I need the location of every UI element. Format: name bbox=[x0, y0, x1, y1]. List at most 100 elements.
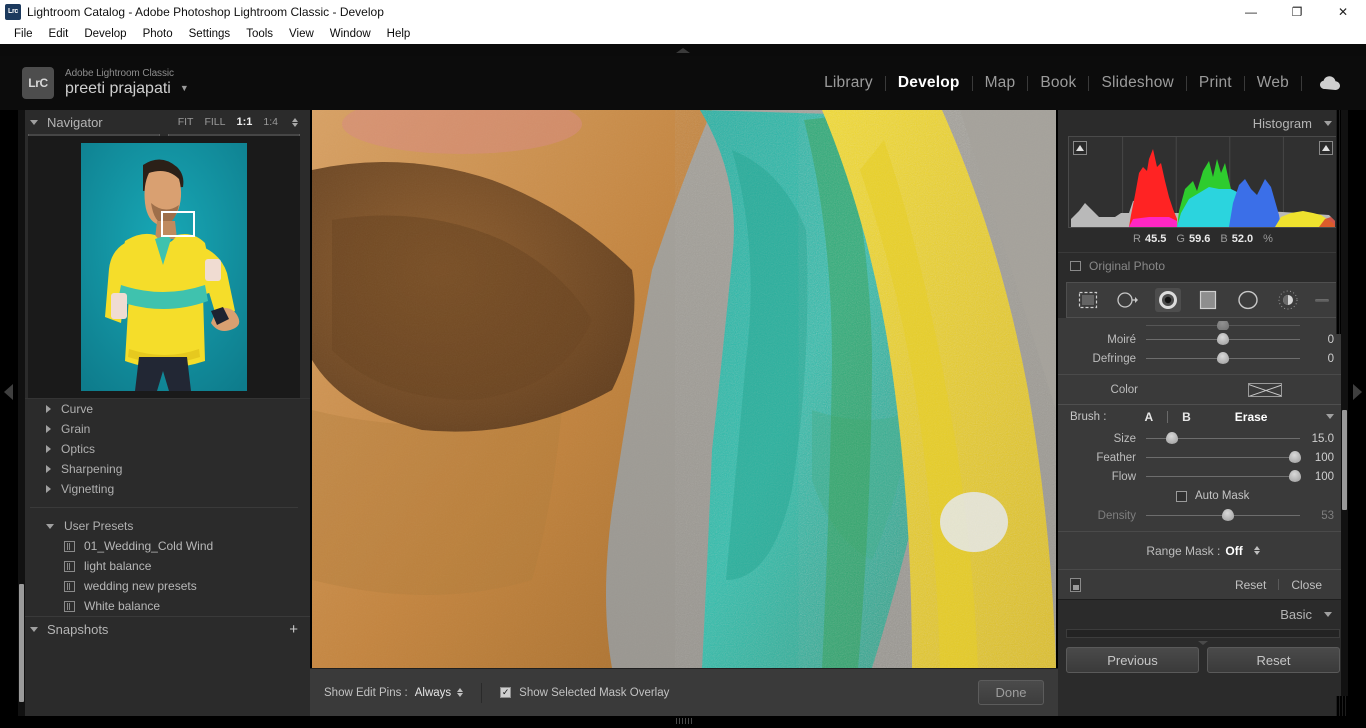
chevron-down-icon[interactable] bbox=[1324, 612, 1332, 617]
reset-link[interactable]: Reset bbox=[1223, 578, 1278, 592]
cloud-icon[interactable] bbox=[1318, 73, 1344, 93]
preset-group-user-presets[interactable]: User Presets bbox=[18, 516, 310, 536]
zoom-stepper[interactable] bbox=[292, 117, 298, 127]
navigator-header[interactable]: Navigator FIT FILL 1:1 1:4 bbox=[18, 110, 310, 134]
preset-group-vignetting[interactable]: Vignetting bbox=[18, 479, 310, 499]
mask-overlay-checkbox[interactable]: ✓ bbox=[500, 687, 512, 698]
basic-header[interactable]: Basic bbox=[1058, 599, 1348, 629]
histogram-graph[interactable] bbox=[1068, 136, 1338, 228]
range-mask-stepper[interactable] bbox=[1253, 546, 1260, 555]
module-book[interactable]: Book bbox=[1028, 74, 1088, 92]
maximize-icon[interactable]: ❐ bbox=[1274, 0, 1320, 23]
preset-group-grain[interactable]: Grain bbox=[18, 419, 310, 439]
moire-slider-knob[interactable] bbox=[1217, 333, 1229, 345]
reset-button[interactable]: Reset bbox=[1207, 647, 1340, 673]
flow-slider-track[interactable] bbox=[1146, 470, 1302, 482]
feather-slider-knob[interactable] bbox=[1289, 451, 1302, 463]
defringe-slider-track[interactable] bbox=[1146, 352, 1300, 364]
close-link[interactable]: Close bbox=[1279, 578, 1334, 592]
histogram-header[interactable]: Histogram bbox=[1058, 110, 1348, 136]
auto-mask-row[interactable]: Auto Mask bbox=[1058, 486, 1348, 506]
brush-erase-button[interactable]: Erase bbox=[1235, 410, 1268, 424]
chevron-down-icon[interactable]: ▼ bbox=[180, 83, 189, 94]
menu-window[interactable]: Window bbox=[322, 26, 379, 42]
flow-slider-knob[interactable] bbox=[1289, 470, 1302, 482]
preset-group-optics[interactable]: Optics bbox=[18, 439, 310, 459]
auto-mask-checkbox[interactable] bbox=[1176, 490, 1187, 502]
bottom-resize-grip[interactable] bbox=[676, 718, 694, 724]
module-web[interactable]: Web bbox=[1245, 74, 1301, 92]
zoom-1-4[interactable]: 1:4 bbox=[263, 116, 278, 128]
photo-preview[interactable] bbox=[312, 110, 1056, 668]
menu-photo[interactable]: Photo bbox=[135, 26, 181, 42]
preset-group-curve[interactable]: Curve bbox=[18, 399, 310, 419]
adjustment-brush-tool-icon[interactable] bbox=[1275, 288, 1301, 312]
size-slider-track[interactable] bbox=[1146, 432, 1300, 444]
close-icon[interactable]: ✕ bbox=[1320, 0, 1366, 23]
clipped-slider-track[interactable] bbox=[1146, 321, 1300, 330]
menu-develop[interactable]: Develop bbox=[76, 26, 134, 42]
module-develop[interactable]: Develop bbox=[886, 74, 972, 92]
brush-b-button[interactable]: B bbox=[1182, 410, 1191, 424]
left-panel-collapse-arrow-icon[interactable] bbox=[4, 384, 13, 400]
defringe-slider-knob[interactable] bbox=[1217, 352, 1229, 364]
menu-help[interactable]: Help bbox=[379, 26, 419, 42]
navigator-crop-rect[interactable] bbox=[161, 211, 195, 237]
density-slider-knob[interactable] bbox=[1221, 509, 1234, 521]
show-edit-pins-value[interactable]: Always bbox=[415, 687, 451, 699]
shadow-clipping-indicator[interactable] bbox=[1073, 141, 1087, 155]
crop-overlay-tool-icon[interactable] bbox=[1075, 288, 1101, 312]
menu-view[interactable]: View bbox=[281, 26, 322, 42]
right-panel-collapse-arrow-icon[interactable] bbox=[1353, 384, 1362, 400]
moire-slider-track[interactable] bbox=[1146, 333, 1300, 345]
module-map[interactable]: Map bbox=[973, 74, 1028, 92]
radial-filter-tool-icon[interactable] bbox=[1235, 288, 1261, 312]
brush-a-button[interactable]: A bbox=[1144, 410, 1153, 424]
menu-settings[interactable]: Settings bbox=[181, 26, 239, 42]
preset-item-white-balance[interactable]: White balance bbox=[18, 596, 310, 616]
original-photo-checkbox[interactable] bbox=[1070, 260, 1081, 271]
snapshots-header[interactable]: Snapshots + bbox=[18, 616, 310, 642]
range-mask-row[interactable]: Range Mask : Off bbox=[1058, 531, 1348, 569]
top-panel-collapse-toggle[interactable] bbox=[0, 44, 1366, 56]
original-photo-row[interactable]: Original Photo bbox=[1058, 252, 1348, 278]
red-eye-tool-icon[interactable] bbox=[1155, 288, 1181, 312]
preset-group-sharpening[interactable]: Sharpening bbox=[18, 459, 310, 479]
feather-slider-track[interactable] bbox=[1146, 451, 1302, 463]
chevron-down-icon[interactable] bbox=[30, 119, 38, 125]
zoom-fit[interactable]: FIT bbox=[178, 116, 194, 128]
show-edit-pins-stepper[interactable] bbox=[457, 688, 464, 697]
chevron-down-icon[interactable] bbox=[1324, 120, 1332, 126]
density-slider-track[interactable] bbox=[1146, 509, 1300, 521]
chevron-down-icon[interactable] bbox=[1326, 414, 1334, 419]
right-panel-scrollbar-track[interactable] bbox=[1066, 629, 1340, 638]
highlight-clipping-indicator[interactable] bbox=[1319, 141, 1333, 155]
panel-switch-toggle[interactable] bbox=[1070, 577, 1081, 592]
brush-size-slider[interactable] bbox=[1315, 298, 1329, 302]
scrollbar-thumb[interactable] bbox=[1342, 410, 1347, 510]
navigator-preview[interactable] bbox=[28, 136, 300, 398]
previous-button[interactable]: Previous bbox=[1066, 647, 1199, 673]
scrollbar-thumb[interactable] bbox=[19, 584, 24, 702]
menu-tools[interactable]: Tools bbox=[238, 26, 281, 42]
module-slideshow[interactable]: Slideshow bbox=[1089, 74, 1185, 92]
add-snapshot-button[interactable]: + bbox=[289, 622, 298, 637]
zoom-1-1[interactable]: 1:1 bbox=[236, 116, 252, 128]
zoom-fill[interactable]: FILL bbox=[204, 116, 225, 128]
spot-removal-tool-icon[interactable] bbox=[1115, 288, 1141, 312]
identity-plate[interactable]: LrC Adobe Lightroom Classic preeti praja… bbox=[22, 67, 189, 99]
graduated-filter-tool-icon[interactable] bbox=[1195, 288, 1221, 312]
menu-file[interactable]: File bbox=[6, 26, 41, 42]
preset-item-light-balance[interactable]: light balance bbox=[18, 556, 310, 576]
done-button[interactable]: Done bbox=[978, 680, 1044, 705]
left-panel-scrollbar[interactable] bbox=[18, 110, 25, 716]
preset-item-01-wedding-cold-wind[interactable]: 01_Wedding_Cold Wind bbox=[18, 536, 310, 556]
color-swatch[interactable] bbox=[1248, 382, 1282, 397]
menu-edit[interactable]: Edit bbox=[41, 26, 77, 42]
module-library[interactable]: Library bbox=[812, 74, 885, 92]
range-mask-value[interactable]: Off bbox=[1225, 544, 1242, 558]
size-slider-knob[interactable] bbox=[1166, 432, 1179, 444]
right-panel-resize-handle[interactable] bbox=[1058, 638, 1348, 647]
minimize-icon[interactable]: — bbox=[1228, 0, 1274, 23]
module-print[interactable]: Print bbox=[1187, 74, 1244, 92]
